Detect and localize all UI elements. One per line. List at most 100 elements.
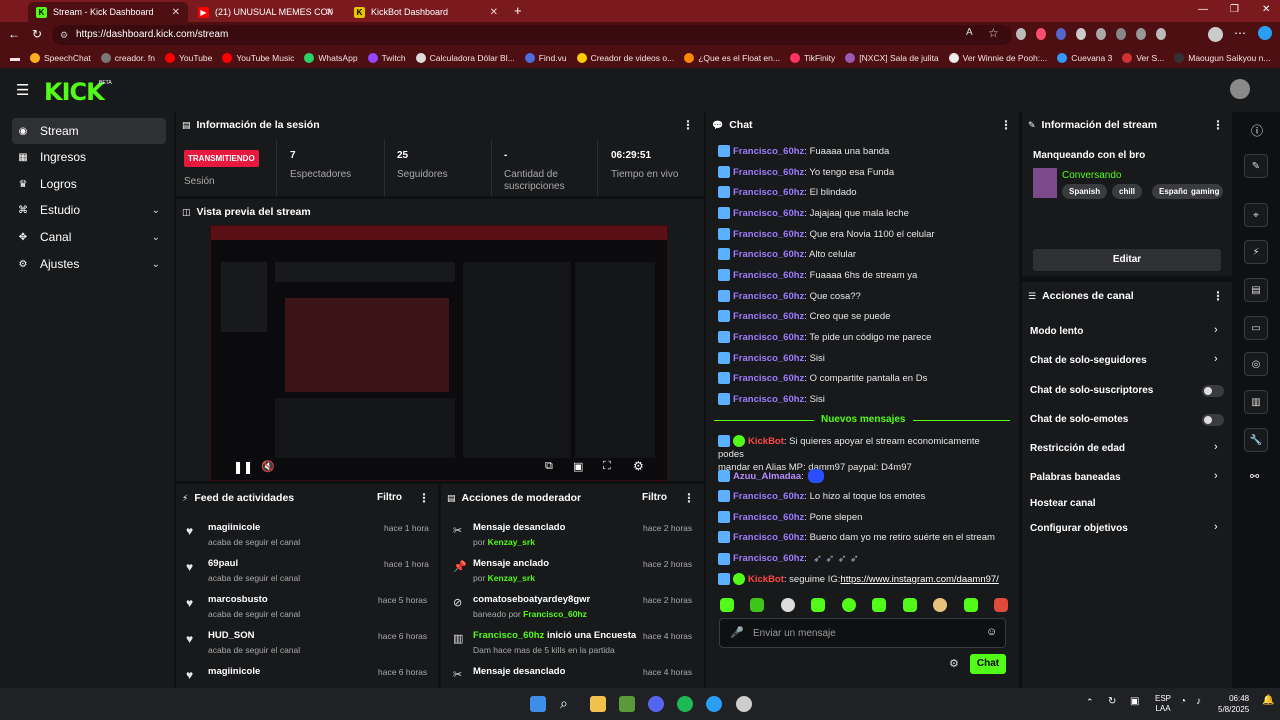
- bookmark[interactable]: Ver Winnie de Pooh:...: [948, 53, 1047, 63]
- chevron-right-icon[interactable]: ›: [1214, 353, 1218, 365]
- bolt-tool-icon[interactable]: ⚡: [1244, 240, 1268, 264]
- info-icon[interactable]: ⓘ: [1251, 122, 1263, 139]
- chat-username[interactable]: Francisco_60hz: [733, 229, 804, 240]
- chat-username[interactable]: Francisco_60hz: [733, 208, 804, 219]
- more-options-icon[interactable]: ⋮: [1000, 118, 1012, 132]
- chat-username[interactable]: Francisco_60hz: [733, 532, 804, 543]
- network-icon[interactable]: ◔: [1180, 696, 1186, 707]
- close-icon[interactable]: ✕: [326, 7, 334, 18]
- chat-username[interactable]: Francisco_60hz: [733, 146, 804, 157]
- chat-tool-icon[interactable]: ▭: [1244, 316, 1268, 340]
- action-subs-only[interactable]: Chat de solo-suscriptores: [1030, 385, 1153, 396]
- sidebar-item-canal[interactable]: ✥ Canal ⌄: [12, 224, 166, 250]
- tab-kickbot[interactable]: K KickBot Dashboard ✕: [346, 2, 506, 22]
- edge-icon[interactable]: [706, 696, 722, 712]
- obs-icon[interactable]: [736, 696, 752, 712]
- bookmark[interactable]: Twitch: [367, 53, 406, 63]
- read-aloud-icon[interactable]: A: [966, 27, 973, 38]
- bookmark[interactable]: ¿Que es el Float en...: [684, 53, 780, 63]
- profile-avatar[interactable]: [1208, 27, 1223, 42]
- window-close-icon[interactable]: ✕: [1262, 4, 1270, 15]
- tab-stream[interactable]: K Stream - Kick Dashboard ✕: [28, 2, 188, 22]
- action-age-restriction[interactable]: Restricción de edad: [1030, 443, 1125, 454]
- bookmark[interactable]: Find.vu: [524, 53, 567, 63]
- fullscreen-icon[interactable]: ⛶: [603, 460, 611, 473]
- more-menu-icon[interactable]: ⋯: [1234, 26, 1246, 40]
- chat-link[interactable]: https://www.instagram.com/daamn97/: [840, 574, 998, 585]
- more-options-icon[interactable]: ⋮: [682, 118, 694, 132]
- more-options-icon[interactable]: ⋮: [1212, 118, 1224, 132]
- sidebar-item-estudio[interactable]: ⌘ Estudio ⌄: [12, 197, 166, 223]
- chat-username[interactable]: Francisco_60hz: [733, 291, 804, 302]
- chat-username[interactable]: Francisco_60hz: [733, 332, 804, 343]
- connections-icon[interactable]: ⚯: [1250, 470, 1259, 483]
- tray-app-icon[interactable]: ▣: [1130, 696, 1139, 707]
- extension-icon[interactable]: [1136, 28, 1146, 40]
- bookmark[interactable]: TikFinity: [789, 53, 835, 63]
- action-host-channel[interactable]: Hostear canal: [1030, 498, 1096, 509]
- windows-start-icon[interactable]: [530, 696, 546, 712]
- broadcast-icon[interactable]: ◎: [1244, 352, 1268, 376]
- extension-icon[interactable]: [1056, 28, 1066, 40]
- edit-button[interactable]: Editar: [1033, 249, 1221, 271]
- emote-icon[interactable]: [963, 598, 978, 612]
- edit-tool-icon[interactable]: ✎: [1244, 154, 1268, 178]
- action-followers-only[interactable]: Chat de solo-seguidores: [1030, 355, 1147, 366]
- clock[interactable]: 06:48 5/8/2025: [1218, 693, 1249, 715]
- maximize-icon[interactable]: ❐: [1230, 4, 1239, 15]
- chat-username[interactable]: Francisco_60hz: [733, 270, 804, 281]
- action-configure-goals[interactable]: Configurar objetivos: [1030, 523, 1128, 534]
- bookmark[interactable]: Ver S...: [1122, 53, 1164, 63]
- sync-icon[interactable]: ↻: [1108, 696, 1116, 707]
- chat-username[interactable]: Francisco_60hz: [733, 311, 804, 322]
- extension-icon[interactable]: [1076, 28, 1086, 40]
- chat-username[interactable]: Francisco_60hz: [733, 353, 804, 364]
- bookmark[interactable]: Calculadora Dólar Bl...: [415, 53, 515, 63]
- mute-icon[interactable]: 🔇: [261, 460, 275, 473]
- new-messages-label[interactable]: Nuevos mensajes: [814, 414, 913, 425]
- chat-username[interactable]: Azuu_Almadaa: [733, 471, 801, 482]
- chevron-right-icon[interactable]: ›: [1214, 324, 1218, 336]
- extension-icon[interactable]: [1116, 28, 1126, 40]
- chat-username[interactable]: Francisco_60hz: [733, 187, 804, 198]
- sidebar-item-stream[interactable]: ◉ Stream: [12, 118, 166, 144]
- emote-icon[interactable]: [780, 598, 795, 612]
- back-icon[interactable]: ←: [8, 27, 20, 41]
- popout-icon[interactable]: ⧉: [545, 460, 553, 473]
- favorite-star-icon[interactable]: ☆: [988, 26, 999, 40]
- url-input[interactable]: ⚙ https://dashboard.kick.com/stream: [52, 25, 1012, 45]
- new-tab-icon[interactable]: +: [514, 3, 522, 18]
- chat-settings-icon[interactable]: ⚙: [949, 657, 959, 670]
- filter-button[interactable]: Filtro: [377, 492, 402, 503]
- user-avatar[interactable]: [1230, 79, 1250, 99]
- chat-input[interactable]: 🎤 Enviar un mensaje ☺: [719, 618, 1006, 648]
- chat-username[interactable]: Francisco_60hz: [733, 167, 804, 178]
- emote-icon[interactable]: [902, 598, 917, 612]
- minimize-icon[interactable]: —: [1198, 4, 1208, 15]
- more-options-icon[interactable]: ⋮: [418, 491, 430, 505]
- reload-icon[interactable]: ↻: [32, 27, 42, 41]
- minecraft-icon[interactable]: [619, 696, 635, 712]
- emote-icon[interactable]: [872, 598, 887, 612]
- language-indicator[interactable]: ESP LAA: [1155, 694, 1171, 714]
- bookmark-manager-icon[interactable]: ▬: [10, 53, 20, 64]
- subs-only-toggle[interactable]: [1202, 385, 1224, 397]
- microphone-icon[interactable]: 🎤: [730, 626, 744, 639]
- emote-icon[interactable]: [811, 598, 826, 612]
- tag-pill[interactable]: Spanish: [1062, 184, 1108, 199]
- discord-icon[interactable]: [648, 696, 664, 712]
- bookmark[interactable]: [NXCX] Sala de julita: [845, 53, 939, 63]
- send-chat-button[interactable]: Chat: [970, 654, 1006, 674]
- site-info-icon[interactable]: ⚙: [60, 25, 68, 45]
- copilot-icon[interactable]: [1258, 26, 1272, 40]
- bookmark[interactable]: YouTube: [164, 53, 212, 63]
- stream-video[interactable]: ❚❚ 🔇 ⧉ ▣ ⛶ ⚙: [210, 225, 668, 481]
- scan-icon[interactable]: ⌖: [1244, 203, 1268, 227]
- chevron-right-icon[interactable]: ›: [1214, 470, 1218, 482]
- extension-icon[interactable]: [1156, 28, 1166, 40]
- tag-pill[interactable]: gaming: [1187, 184, 1224, 199]
- emote-icon[interactable]: [993, 598, 1008, 612]
- bookmark[interactable]: WhatsApp: [304, 53, 358, 63]
- action-emotes-only[interactable]: Chat de solo-emotes: [1030, 414, 1128, 425]
- action-banned-words[interactable]: Palabras baneadas: [1030, 472, 1121, 483]
